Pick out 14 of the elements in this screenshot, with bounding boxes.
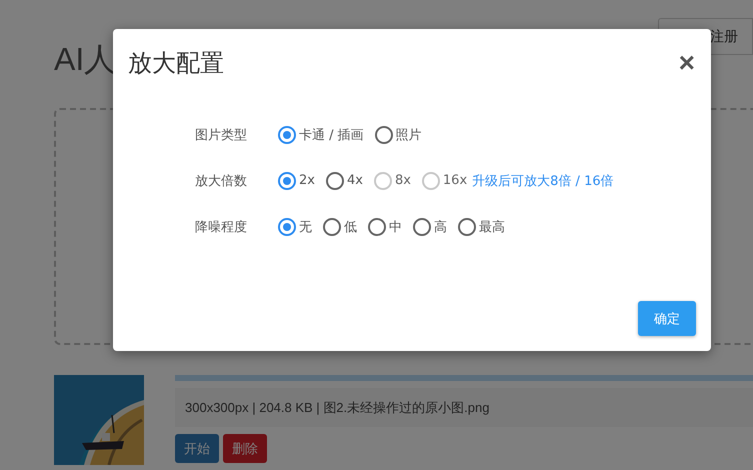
file-info: 300x300px | 204.8 KB | 图2.未经操作过的原小图.png: [175, 388, 753, 427]
dialog-title: 放大配置: [128, 48, 224, 79]
close-button[interactable]: ×: [678, 49, 695, 77]
field-label: 图片类型: [195, 126, 248, 144]
radio-option: 8x: [374, 172, 411, 190]
radio-option[interactable]: 2x: [278, 172, 315, 190]
radio-option[interactable]: 照片: [374, 126, 422, 144]
radio-option[interactable]: 最高: [458, 218, 505, 236]
field-label: 降噪程度: [195, 218, 248, 236]
radio-option: 16x: [422, 172, 468, 190]
radio-option[interactable]: 4x: [326, 172, 363, 190]
radio-option[interactable]: 卡通 / 插画: [278, 126, 364, 144]
page-title: AI人: [54, 40, 116, 79]
field-label: 放大倍数: [195, 172, 248, 190]
